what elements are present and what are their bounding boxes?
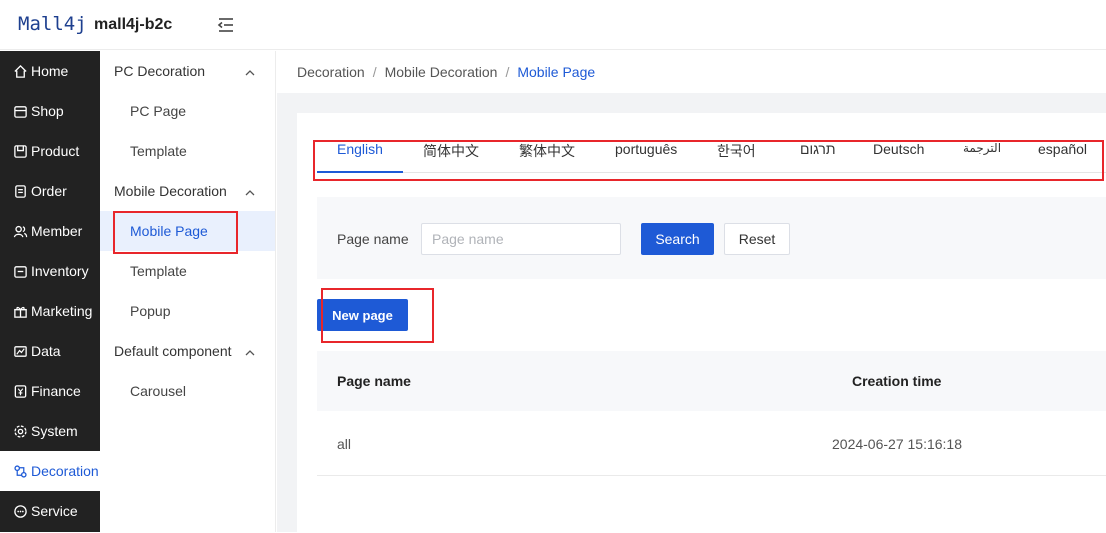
- member-icon: [12, 223, 28, 239]
- gift-icon: [12, 303, 28, 319]
- sidebar-item-label: Finance: [31, 383, 81, 399]
- subnav-group-mobile-decoration[interactable]: Mobile Decoration: [100, 171, 275, 211]
- pages-table: Page name Creation time all 2024-06-27 1…: [317, 351, 1106, 476]
- sidebar-item-service[interactable]: Service: [0, 491, 100, 531]
- sidebar-item-label: System: [31, 423, 78, 439]
- subnav-group-label: PC Decoration: [114, 63, 206, 79]
- sidebar-item-marketing[interactable]: Marketing: [0, 291, 100, 331]
- order-icon: [12, 183, 28, 199]
- sidebar-item-finance[interactable]: Finance: [0, 371, 100, 411]
- search-bar: Page name Search Reset: [317, 197, 1106, 279]
- sidebar-item-label: Member: [31, 223, 83, 239]
- product-icon: [12, 143, 28, 159]
- logo: Mall4j: [18, 13, 87, 35]
- column-header-creation-time: Creation time: [852, 373, 942, 389]
- search-button[interactable]: Search: [641, 223, 714, 255]
- sidebar-item-label: Marketing: [31, 303, 93, 319]
- brand-name: mall4j-b2c: [94, 16, 173, 33]
- sidebar-item-system[interactable]: System: [0, 411, 100, 451]
- home-icon: [12, 63, 28, 79]
- tab-german[interactable]: Deutsch: [873, 141, 924, 173]
- menu-fold-icon[interactable]: [216, 15, 236, 35]
- sidebar-item-order[interactable]: Order: [0, 171, 100, 211]
- shop-icon: [12, 103, 28, 119]
- cell-creation-time: 2024-06-27 15:16:18: [832, 436, 962, 452]
- page-name-label: Page name: [337, 231, 409, 247]
- main-content: Decoration / Mobile Decoration / Mobile …: [277, 51, 1106, 533]
- tab-traditional-chinese[interactable]: 繁体中文: [519, 141, 575, 173]
- breadcrumb-item[interactable]: Decoration: [297, 64, 365, 80]
- sub-navigation: PC Decoration PC Page Template Mobile De…: [100, 51, 276, 532]
- sidebar-item-product[interactable]: Product: [0, 131, 100, 171]
- subnav-item-popup[interactable]: Popup: [100, 291, 275, 331]
- inventory-icon: [12, 263, 28, 279]
- finance-icon: [12, 383, 28, 399]
- subnav-group-pc-decoration[interactable]: PC Decoration: [100, 51, 275, 91]
- tab-english[interactable]: English: [337, 141, 383, 173]
- sidebar-item-home[interactable]: Home: [0, 51, 100, 91]
- breadcrumb-current: Mobile Page: [517, 64, 596, 80]
- gear-icon: [12, 423, 28, 439]
- sidebar-item-label: Inventory: [31, 263, 89, 279]
- language-tabs: English 简体中文 繁体中文 português 한국어 תרגום De…: [317, 141, 1106, 173]
- chevron-up-icon: [245, 345, 255, 356]
- subnav-item-mobile-template[interactable]: Template: [100, 251, 275, 291]
- sidebar-item-label: Home: [31, 63, 69, 79]
- column-header-page-name: Page name: [337, 373, 411, 389]
- table-row: all 2024-06-27 15:16:18: [317, 411, 1106, 476]
- cell-page-name: all: [337, 436, 352, 452]
- chart-icon: [12, 343, 28, 359]
- decoration-icon: [12, 463, 28, 479]
- sidebar-item-member[interactable]: Member: [0, 211, 100, 251]
- main-sidebar: Home Shop Product Order Member Inventory…: [0, 51, 100, 532]
- sidebar-item-label: Decoration: [31, 463, 99, 479]
- page-panel: English 简体中文 繁体中文 português 한국어 תרגום De…: [297, 113, 1106, 533]
- subnav-group-default-component[interactable]: Default component: [100, 331, 275, 371]
- active-tab-indicator: [317, 171, 403, 173]
- chevron-up-icon: [245, 185, 255, 196]
- sidebar-item-data[interactable]: Data: [0, 331, 100, 371]
- breadcrumb-separator: /: [505, 64, 510, 80]
- table-header: Page name Creation time: [317, 351, 1106, 411]
- subnav-group-label: Default component: [114, 343, 232, 359]
- subnav-item-pc-page[interactable]: PC Page: [100, 91, 275, 131]
- chevron-up-icon: [245, 65, 255, 76]
- sidebar-item-label: Order: [31, 183, 67, 199]
- page-name-input[interactable]: [421, 223, 621, 255]
- tab-hebrew[interactable]: תרגום: [800, 141, 836, 173]
- sidebar-item-label: Data: [31, 343, 61, 359]
- tab-arabic[interactable]: الترجمة: [963, 141, 1001, 173]
- chat-icon: [12, 503, 28, 519]
- top-bar: Mall4j mall4j-b2c: [0, 0, 1106, 50]
- sidebar-item-inventory[interactable]: Inventory: [0, 251, 100, 291]
- sidebar-item-decoration[interactable]: Decoration: [0, 451, 100, 491]
- tab-simplified-chinese[interactable]: 简体中文: [423, 141, 479, 173]
- subnav-group-label: Mobile Decoration: [114, 183, 227, 199]
- subnav-item-mobile-page[interactable]: Mobile Page: [100, 211, 275, 251]
- breadcrumb-separator: /: [372, 64, 377, 80]
- breadcrumb: Decoration / Mobile Decoration / Mobile …: [277, 51, 1106, 93]
- breadcrumb-item[interactable]: Mobile Decoration: [385, 64, 498, 80]
- sidebar-item-label: Shop: [31, 103, 64, 119]
- tab-spanish[interactable]: español: [1038, 141, 1087, 173]
- new-page-button[interactable]: New page: [317, 299, 408, 331]
- tab-portuguese[interactable]: português: [615, 141, 677, 173]
- subnav-item-pc-template[interactable]: Template: [100, 131, 275, 171]
- sidebar-item-label: Product: [31, 143, 80, 159]
- reset-button[interactable]: Reset: [724, 223, 790, 255]
- sidebar-item-shop[interactable]: Shop: [0, 91, 100, 131]
- tab-korean[interactable]: 한국어: [717, 141, 756, 173]
- sidebar-item-label: Service: [31, 503, 78, 519]
- subnav-item-carousel[interactable]: Carousel: [100, 371, 275, 411]
